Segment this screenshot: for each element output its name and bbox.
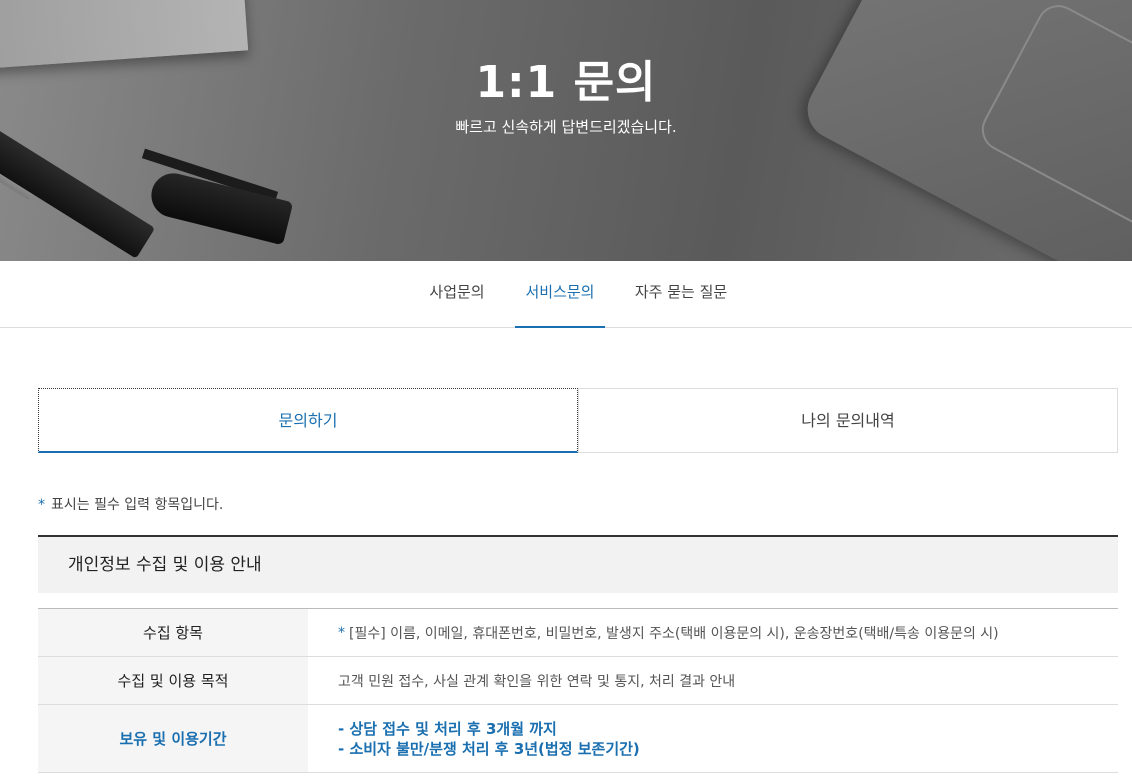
row-value-collected-items: * [필수] 이름, 이메일, 휴대폰번호, 비밀번호, 발생지 주소(택배 이… [308, 609, 1118, 656]
retention-line-2: - 소비자 불만/분쟁 처리 후 3년(법정 보존기간) [338, 739, 640, 758]
hero-banner: 1:1 문의 빠르고 신속하게 답변드리겠습니다. [0, 0, 1132, 261]
category-tabs: 사업문의 서비스문의 자주 묻는 질문 [0, 261, 1132, 328]
row-value-retention: - 상담 접수 및 처리 후 3개월 까지 - 소비자 불만/분쟁 처리 후 3… [308, 705, 1118, 772]
row-label-retention: 보유 및 이용기간 [38, 705, 308, 772]
table-row: 수집 및 이용 목적 고객 민원 접수, 사실 관계 확인을 위한 연락 및 통… [38, 657, 1118, 705]
required-note-text: 표시는 필수 입력 항목입니다. [51, 497, 224, 513]
row-label-collected-items: 수집 항목 [38, 609, 308, 656]
collected-items-text: [필수] 이름, 이메일, 휴대폰번호, 비밀번호, 발생지 주소(택배 이용문… [349, 625, 999, 642]
row-label-purpose: 수집 및 이용 목적 [38, 657, 308, 704]
required-star-icon: * [38, 497, 45, 513]
table-row: 수집 항목 * [필수] 이름, 이메일, 휴대폰번호, 비밀번호, 발생지 주… [38, 609, 1118, 657]
table-row: 보유 및 이용기간 - 상담 접수 및 처리 후 3개월 까지 - 소비자 불만… [38, 705, 1118, 773]
required-note: * 표시는 필수 입력 항목입니다. [38, 494, 223, 514]
privacy-section-heading: 개인정보 수집 및 이용 안내 [38, 535, 1118, 593]
retention-line-1: - 상담 접수 및 처리 후 3개월 까지 [338, 719, 557, 738]
required-star-icon: * [338, 624, 345, 641]
tab-faq[interactable]: 자주 묻는 질문 [625, 261, 737, 328]
page-subtitle: 빠르고 신속하게 답변드리겠습니다. [455, 118, 677, 136]
tab-my-inquiries[interactable]: 나의 문의내역 [578, 388, 1118, 453]
tab-inquire[interactable]: 문의하기 [38, 388, 578, 453]
privacy-table: 수집 항목 * [필수] 이름, 이메일, 휴대폰번호, 비밀번호, 발생지 주… [38, 608, 1118, 773]
tab-service-inquiry[interactable]: 서비스문의 [515, 261, 605, 328]
inquiry-tabs: 문의하기 나의 문의내역 [38, 388, 1118, 453]
page-title: 1:1 문의 [475, 57, 657, 108]
row-value-purpose: 고객 민원 접수, 사실 관계 확인을 위한 연락 및 통지, 처리 결과 안내 [338, 673, 736, 690]
tab-business-inquiry[interactable]: 사업문의 [418, 261, 496, 328]
